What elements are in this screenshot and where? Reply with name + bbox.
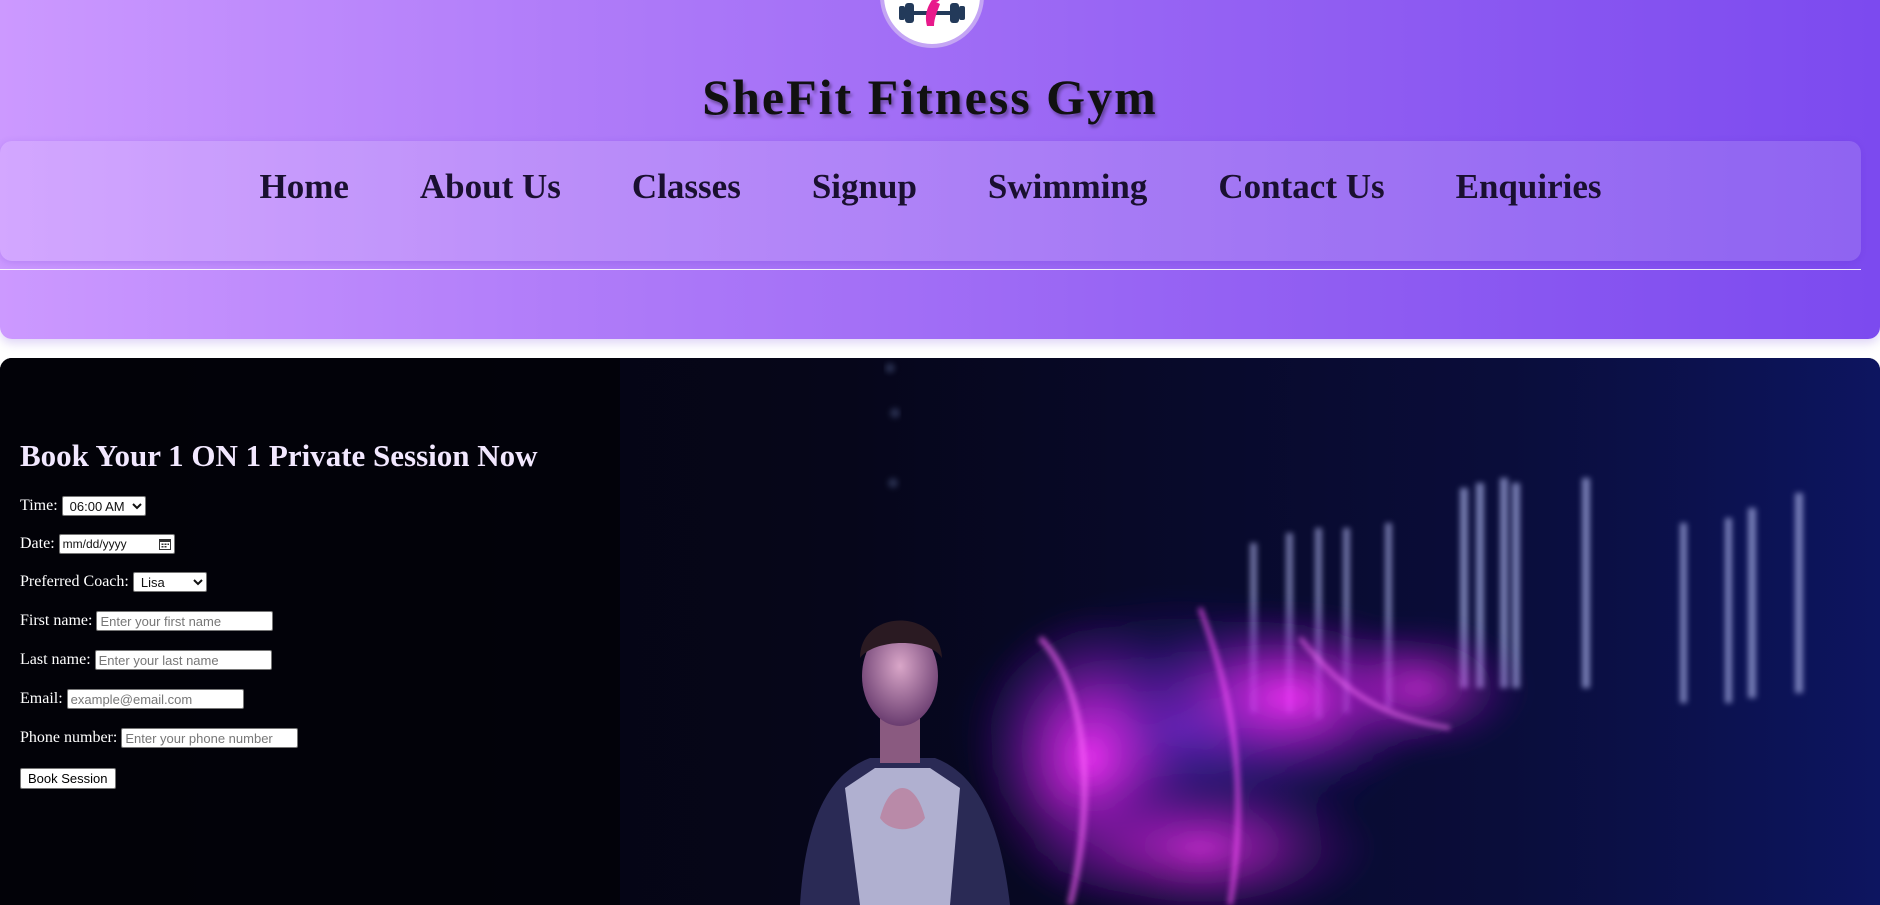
last-name-label: Last name:: [20, 651, 91, 668]
time-label: Time:: [20, 497, 58, 514]
phone-label: Phone number:: [20, 729, 118, 746]
booking-heading: Book Your 1 ON 1 Private Session Now: [20, 438, 538, 473]
first-name-row: First name:: [20, 611, 274, 631]
nav-link-enquiries[interactable]: Enquiries: [1456, 167, 1602, 207]
book-session-button[interactable]: Book Session: [20, 768, 116, 789]
email-row: Email:: [20, 689, 244, 709]
first-name-input[interactable]: [96, 611, 274, 631]
phone-row: Phone number:: [20, 728, 299, 748]
logo[interactable]: [880, 0, 984, 48]
date-row: Date: mm/dd/yyyy: [20, 534, 175, 554]
last-name-input[interactable]: [94, 650, 272, 670]
email-input[interactable]: [66, 689, 244, 709]
calendar-icon[interactable]: [158, 538, 171, 550]
date-label: Date:: [20, 535, 55, 552]
last-name-row: Last name:: [20, 650, 272, 670]
email-label: Email:: [20, 690, 63, 707]
coach-label: Preferred Coach:: [20, 573, 129, 590]
first-name-label: First name:: [20, 612, 93, 629]
nav-link-contact-us[interactable]: Contact Us: [1218, 167, 1384, 207]
date-input[interactable]: mm/dd/yyyy: [58, 534, 175, 554]
main-nav: Home About Us Classes Signup Swimming Co…: [0, 141, 1861, 261]
dumbbell-woman-logo-icon: [899, 0, 965, 26]
site-header: SheFit Fitness Gym Home About Us Classes…: [0, 0, 1880, 339]
nav-list: Home About Us Classes Signup Swimming Co…: [0, 167, 1861, 207]
time-select[interactable]: 06:00 AM: [61, 496, 146, 516]
phone-input[interactable]: [121, 728, 299, 748]
time-row: Time: 06:00 AM: [20, 496, 146, 516]
nav-link-home[interactable]: Home: [259, 167, 348, 207]
booking-hero: Book Your 1 ON 1 Private Session Now Tim…: [0, 358, 1880, 905]
nav-link-signup[interactable]: Signup: [812, 167, 917, 207]
date-placeholder: mm/dd/yyyy: [62, 537, 127, 551]
nav-link-about-us[interactable]: About Us: [420, 167, 561, 207]
booking-form: Book Your 1 ON 1 Private Session Now Tim…: [20, 438, 538, 789]
coach-select[interactable]: Lisa: [132, 572, 207, 592]
header-divider: [0, 269, 1861, 270]
site-title: SheFit Fitness Gym: [702, 69, 1158, 125]
nav-link-swimming[interactable]: Swimming: [988, 167, 1147, 207]
nav-link-classes[interactable]: Classes: [632, 167, 741, 207]
coach-row: Preferred Coach: Lisa: [20, 572, 207, 592]
